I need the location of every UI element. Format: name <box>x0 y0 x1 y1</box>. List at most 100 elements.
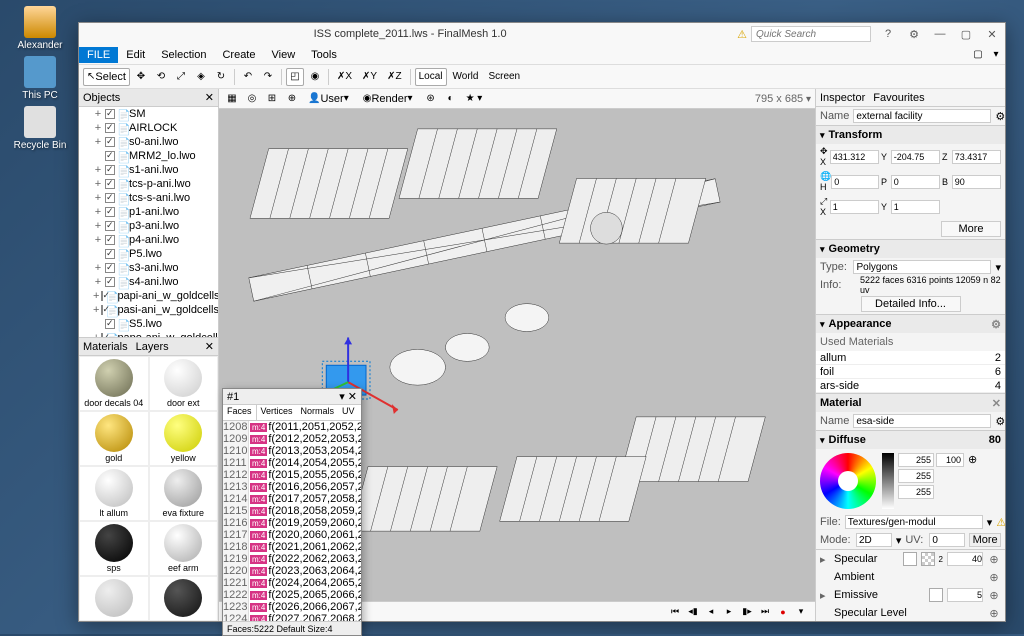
face-row[interactable]: 1211m:4f(2014,2054,2055,2015) t(5 <box>223 457 361 469</box>
used-material-row[interactable]: allum2 <box>816 351 1005 365</box>
pos-x-input[interactable] <box>830 150 879 164</box>
tree-item[interactable]: 📄MRM2_lo.lwo <box>79 149 218 163</box>
rot-h-input[interactable] <box>831 175 879 189</box>
menu-file[interactable]: FILE <box>79 47 118 63</box>
goto-start-icon[interactable]: ⏮ <box>667 605 683 619</box>
vp-tool-icon[interactable]: ◐ <box>442 90 460 108</box>
value-slider[interactable] <box>882 453 894 509</box>
ambient-row[interactable]: Ambient⊕ <box>816 568 1005 586</box>
step-fwd-icon[interactable]: ▮▸ <box>739 605 755 619</box>
diffuse-more-button[interactable]: More <box>969 533 1001 547</box>
gear-icon[interactable]: ⚙ <box>995 415 1005 428</box>
tool-icon[interactable]: ◈ <box>192 68 210 86</box>
menu-selection[interactable]: Selection <box>153 47 214 63</box>
material-swatch[interactable]: yellow <box>149 411 219 466</box>
material-swatch[interactable] <box>79 576 149 621</box>
coord-local[interactable]: Local <box>415 68 447 86</box>
move-tool-icon[interactable]: ✥ <box>132 68 150 86</box>
transform-more-button[interactable]: More <box>941 221 1001 237</box>
tree-item[interactable]: +📄pasi-ani_w_goldcells.lwo <box>79 303 218 317</box>
axis-y-icon[interactable]: ✗Y <box>358 68 381 86</box>
pos-z-input[interactable] <box>952 150 1001 164</box>
face-row[interactable]: 1216m:4f(2019,2059,2060,2020) t( <box>223 517 361 529</box>
vp-tool-icon[interactable]: ▦ <box>223 90 241 108</box>
play-icon[interactable]: ▸ <box>721 605 737 619</box>
box-select-icon[interactable]: ◰ <box>286 68 304 86</box>
material-name-input[interactable] <box>853 414 991 428</box>
redo-icon[interactable]: ↷ <box>259 68 277 86</box>
tree-item[interactable]: 📄S5.lwo <box>79 317 218 331</box>
material-swatch[interactable]: eva fixture <box>149 466 219 521</box>
gear-icon[interactable]: ⚙ <box>995 110 1005 123</box>
add-color-icon[interactable]: ⊕ <box>968 453 977 466</box>
tree-item[interactable]: 📄P5.lwo <box>79 247 218 261</box>
face-row[interactable]: 1219m:4f(2022,2062,2063,2023) t( <box>223 553 361 565</box>
help-icon[interactable]: ? <box>879 27 897 41</box>
faces-panel-header[interactable]: #1▾ ✕ <box>223 389 361 405</box>
color-wheel[interactable] <box>820 453 876 509</box>
vp-tool-icon[interactable]: ★ ▾ <box>462 90 487 108</box>
quick-search-input[interactable] <box>751 26 871 42</box>
color-b-input[interactable] <box>898 485 934 499</box>
faces-list[interactable]: 1208m:4f(2011,2051,2052,2012) t(1209m:4f… <box>223 421 361 621</box>
object-name-input[interactable] <box>853 109 991 123</box>
face-row[interactable]: 1217m:4f(2020,2060,2061,2021) t( <box>223 529 361 541</box>
tab-favourites[interactable]: Favourites <box>873 92 924 104</box>
playback-more-icon[interactable]: ▾ <box>793 605 809 619</box>
vp-tool-icon[interactable]: ⊕ <box>283 90 301 108</box>
menu-view[interactable]: View <box>264 47 304 63</box>
appearance-section-header[interactable]: ▾Appearance⚙ <box>816 315 1005 333</box>
used-material-row[interactable]: ars-side4 <box>816 379 1005 393</box>
undo-icon[interactable]: ↶ <box>239 68 257 86</box>
tool-icon[interactable]: ↻ <box>212 68 230 86</box>
face-row[interactable]: 1212m:4f(2015,2055,2056,2016) t(6 <box>223 469 361 481</box>
axis-x-icon[interactable]: ✗X <box>333 68 356 86</box>
color-r-input[interactable] <box>898 453 934 467</box>
scale-y-input[interactable] <box>891 200 940 214</box>
vp-tool-icon[interactable]: ◎ <box>243 90 261 108</box>
desktop-icon-user[interactable]: Alexander <box>10 6 70 51</box>
goto-end-icon[interactable]: ⏭ <box>757 605 773 619</box>
tab-inspector[interactable]: Inspector <box>820 92 865 104</box>
face-row[interactable]: 1224m:4f(2027,2067,2068,2028) t( <box>223 613 361 621</box>
tab-faces[interactable]: Faces <box>223 405 257 420</box>
material-swatch[interactable] <box>149 576 219 621</box>
material-swatch[interactable]: gold <box>79 411 149 466</box>
select-tool[interactable]: ↖ Select <box>83 68 130 86</box>
face-row[interactable]: 1218m:4f(2021,2061,2062,2022) t( <box>223 541 361 553</box>
face-row[interactable]: 1221m:4f(2024,2064,2065,2025) t(5 <box>223 577 361 589</box>
vp-tool-icon[interactable]: ⊛ <box>422 90 440 108</box>
lasso-select-icon[interactable]: ◉ <box>306 68 324 86</box>
play-back-icon[interactable]: ◂ <box>703 605 719 619</box>
chevron-down-icon[interactable]: ▾ <box>987 46 1005 64</box>
material-section-header[interactable]: Material✕ <box>816 394 1005 412</box>
vp-user-dropdown[interactable]: 👤 User ▾ <box>303 90 356 108</box>
face-row[interactable]: 1208m:4f(2011,2051,2052,2012) t( <box>223 421 361 433</box>
used-material-row[interactable]: foil6 <box>816 365 1005 379</box>
texture-file-input[interactable] <box>845 515 983 529</box>
face-row[interactable]: 1209m:4f(2012,2052,2053,2013) t( <box>223 433 361 445</box>
material-swatch[interactable]: lt allum <box>79 466 149 521</box>
tree-item[interactable]: +📄s3-ani.lwo <box>79 261 218 275</box>
tab-vertices[interactable]: Vertices <box>257 405 297 420</box>
tree-item[interactable]: +📄p3-ani.lwo <box>79 219 218 233</box>
diffuse-section-header[interactable]: ▾Diffuse80 <box>816 431 1005 449</box>
settings-icon[interactable]: ⚙ <box>905 27 923 41</box>
coord-world[interactable]: World <box>449 68 483 86</box>
menu-edit[interactable]: Edit <box>118 47 153 63</box>
rotate-tool-icon[interactable]: ⟲ <box>152 68 170 86</box>
tree-item[interactable]: +📄p4-ani.lwo <box>79 233 218 247</box>
vp-render-dropdown[interactable]: ◉ Render ▾ <box>358 90 420 108</box>
material-swatch[interactable]: sps <box>79 521 149 576</box>
rot-b-input[interactable] <box>952 175 1001 189</box>
desktop-icon-recycle-bin[interactable]: Recycle Bin <box>10 106 70 151</box>
pos-y-input[interactable] <box>891 150 940 164</box>
tree-item[interactable]: +📄AIRLOCK <box>79 121 218 135</box>
face-row[interactable]: 1214m:4f(2017,2057,2058,2018) t( <box>223 493 361 505</box>
step-back-icon[interactable]: ◂▮ <box>685 605 701 619</box>
material-swatch[interactable]: eef arm <box>149 521 219 576</box>
coord-screen[interactable]: Screen <box>484 68 524 86</box>
tree-item[interactable]: +📄papi-ani_w_goldcells.lwo <box>79 289 218 303</box>
specular-level-row[interactable]: Specular Level⊕ <box>816 604 1005 621</box>
face-row[interactable]: 1210m:4f(2013,2053,2054,2014) t( <box>223 445 361 457</box>
